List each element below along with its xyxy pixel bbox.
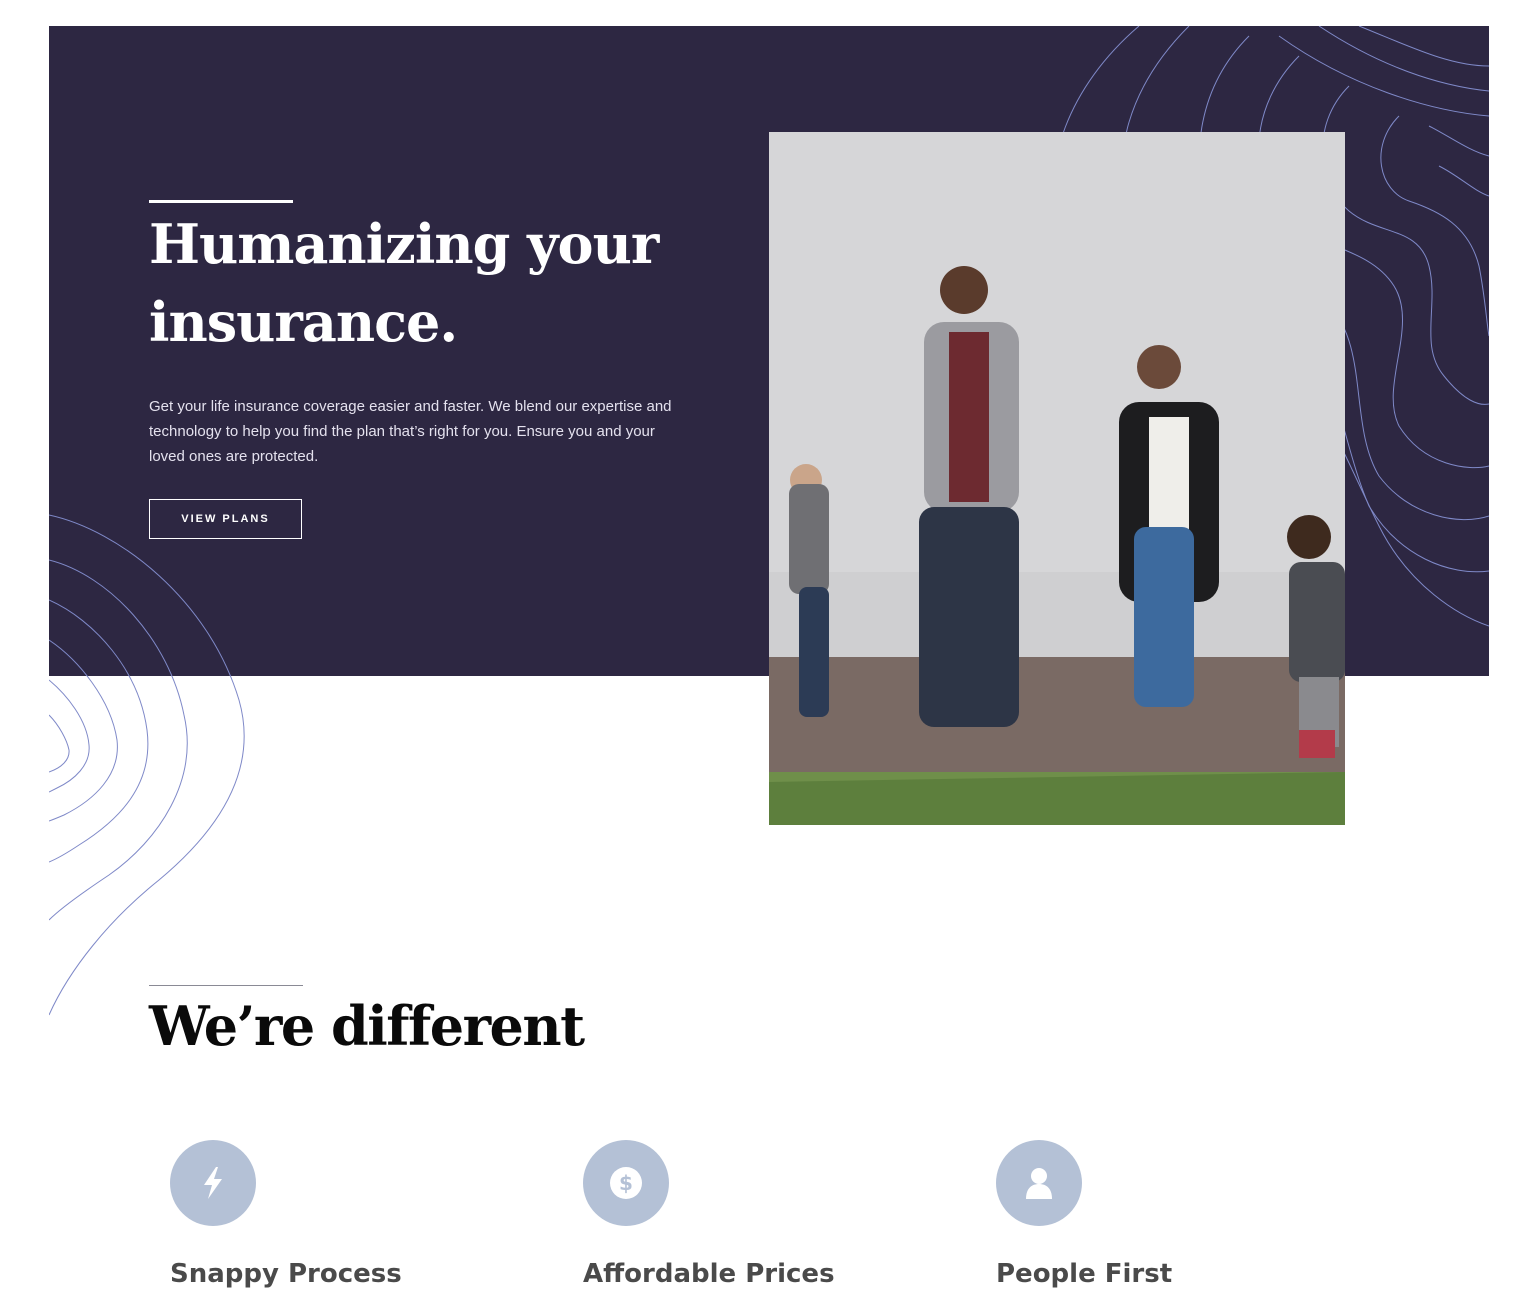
person-icon — [996, 1140, 1082, 1226]
hero-description: Get your life insurance coverage easier … — [149, 398, 672, 465]
lightning-bolt-icon — [170, 1140, 256, 1226]
section-accent-rule — [149, 985, 303, 986]
family-holding-hands-photo — [769, 132, 1345, 825]
hero-accent-rule — [149, 200, 293, 203]
feature-title: People First — [996, 1259, 1173, 1289]
feature-affordable-prices: $ Affordable Prices — [583, 1140, 903, 1289]
svg-text:$: $ — [619, 1171, 633, 1195]
feature-snappy-process: Snappy Process — [170, 1140, 490, 1289]
feature-title: Snappy Process — [170, 1259, 402, 1289]
dollar-coin-icon: $ — [583, 1140, 669, 1226]
photo-illustration — [769, 132, 1345, 825]
section-title: We’re different — [149, 994, 585, 1058]
topographic-lines-decoration-left — [49, 514, 245, 1016]
feature-people-first: People First — [996, 1140, 1316, 1289]
feature-title: Affordable Prices — [583, 1259, 835, 1289]
hero-title: Humanizing your insurance. — [149, 212, 659, 354]
